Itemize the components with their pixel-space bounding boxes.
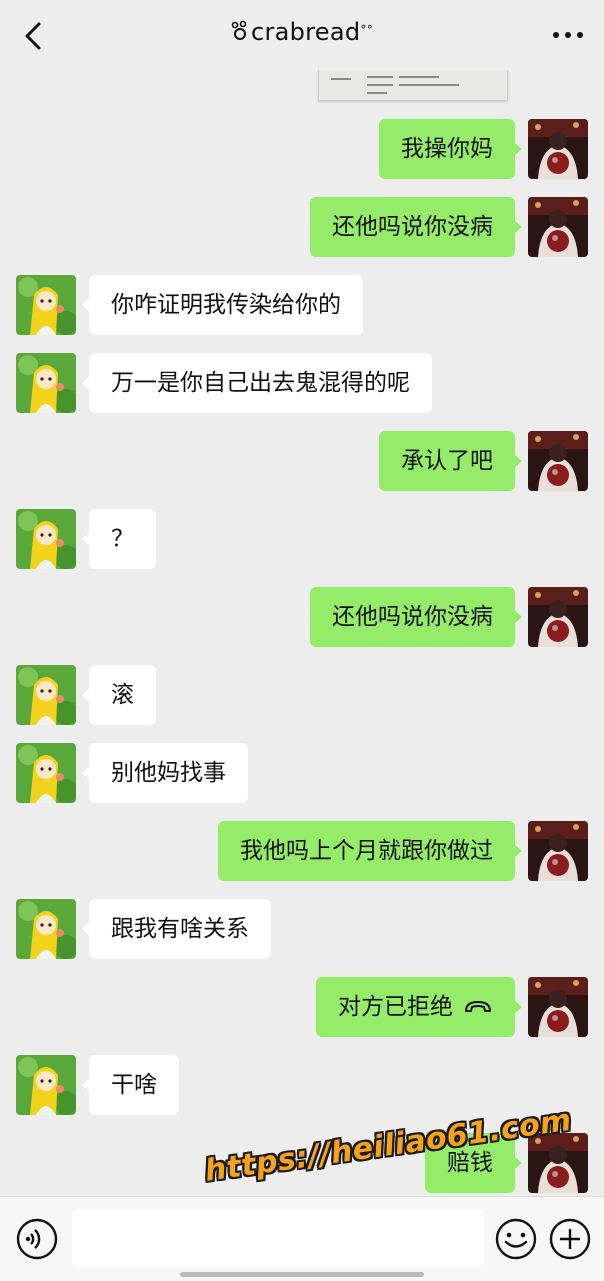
message-text: 还他吗说你没病 (332, 604, 493, 630)
user-avatar-red[interactable] (528, 431, 588, 491)
incoming-message-bubble[interactable]: 你咋证明我传染给你的 (82, 275, 363, 335)
message-text: 万一是你自己出去鬼混得的呢 (111, 370, 410, 396)
message-row: 别他妈找事 (0, 743, 604, 805)
message-row: 还他吗说你没病 (0, 587, 604, 649)
outgoing-message-bubble[interactable]: 赔钱 (425, 1133, 522, 1193)
emoji-icon[interactable] (494, 1217, 538, 1261)
voice-input-icon[interactable] (15, 1217, 59, 1261)
message-row: 我他吗上个月就跟你做过 (0, 821, 604, 883)
user-avatar-red[interactable] (528, 977, 588, 1037)
contact-avatar-anime-girl[interactable] (16, 353, 76, 413)
outgoing-message-bubble[interactable]: 还他吗说你没病 (310, 197, 522, 257)
message-text: 干啥 (111, 1072, 157, 1098)
user-avatar-red[interactable] (528, 197, 588, 257)
message-text: 别他妈找事 (111, 760, 226, 786)
message-row: ？ (0, 509, 604, 571)
message-row: 万一是你自己出去鬼混得的呢 (0, 353, 604, 415)
message-text: 对方已拒绝 (338, 994, 453, 1020)
outgoing-message-bubble[interactable]: 承认了吧 (379, 431, 522, 491)
message-row: 我操你妈 (0, 119, 604, 181)
hangup-icon (465, 1001, 491, 1012)
user-avatar-red[interactable] (528, 1133, 588, 1193)
contact-avatar-anime-girl[interactable] (16, 509, 76, 569)
chat-title-suffix: °° (360, 23, 374, 37)
message-text: 还他吗说你没病 (332, 214, 493, 240)
message-text: 我他吗上个月就跟你做过 (240, 838, 493, 864)
message-text: 我操你妈 (401, 136, 493, 162)
incoming-message-bubble[interactable]: 万一是你自己出去鬼混得的呢 (82, 353, 432, 413)
message-input[interactable] (72, 1209, 484, 1267)
message-row: 承认了吧 (0, 431, 604, 493)
message-text: 承认了吧 (401, 448, 493, 474)
more-options-icon[interactable] (546, 20, 590, 50)
contact-avatar-anime-girl[interactable] (16, 743, 76, 803)
message-row: 滚 (0, 665, 604, 727)
user-avatar-red[interactable] (528, 587, 588, 647)
chat-title-text: crabread (250, 18, 361, 46)
outgoing-message-bubble[interactable]: 对方已拒绝 (316, 977, 522, 1037)
incoming-message-bubble[interactable]: 滚 (82, 665, 156, 725)
incoming-message-bubble[interactable]: ？ (82, 509, 156, 569)
message-row: 对方已拒绝 (0, 977, 604, 1039)
crab-logo-icon (231, 20, 247, 40)
contact-avatar-anime-girl[interactable] (16, 665, 76, 725)
message-row: 赔钱 (0, 1133, 604, 1195)
message-row: 还他吗说你没病 (0, 197, 604, 259)
incoming-message-bubble[interactable]: 干啥 (82, 1055, 179, 1115)
input-bar (0, 1196, 604, 1281)
message-text: ？ (111, 526, 134, 552)
chat-title: crabread°° (0, 18, 604, 46)
incoming-message-bubble[interactable]: 别他妈找事 (82, 743, 248, 803)
contact-avatar-anime-girl[interactable] (16, 275, 76, 335)
message-text: 跟我有啥关系 (111, 916, 249, 942)
contact-avatar-anime-girl[interactable] (16, 899, 76, 959)
message-list[interactable]: 我操你妈 还他吗说你没病 你咋证明我传染给你的 万一是你自己出去鬼混得的呢 承认了吧？还… (0, 70, 604, 1196)
contact-avatar-anime-girl[interactable] (16, 1055, 76, 1115)
message-text: 你咋证明我传染给你的 (111, 292, 341, 318)
shared-document-image[interactable] (318, 70, 508, 101)
message-text: 赔钱 (447, 1150, 493, 1176)
outgoing-message-bubble[interactable]: 还他吗说你没病 (310, 587, 522, 647)
outgoing-message-bubble[interactable]: 我操你妈 (379, 119, 522, 179)
message-row: 你咋证明我传染给你的 (0, 275, 604, 337)
chat-header: crabread°° (0, 0, 604, 70)
user-avatar-red[interactable] (528, 119, 588, 179)
outgoing-message-bubble[interactable]: 我他吗上个月就跟你做过 (218, 821, 522, 881)
incoming-message-bubble[interactable]: 跟我有啥关系 (82, 899, 271, 959)
home-indicator (180, 1272, 424, 1277)
message-row: 干啥 (0, 1055, 604, 1117)
plus-icon[interactable] (548, 1217, 592, 1261)
message-text: 滚 (111, 682, 134, 708)
user-avatar-red[interactable] (528, 821, 588, 881)
message-row: 跟我有啥关系 (0, 899, 604, 961)
